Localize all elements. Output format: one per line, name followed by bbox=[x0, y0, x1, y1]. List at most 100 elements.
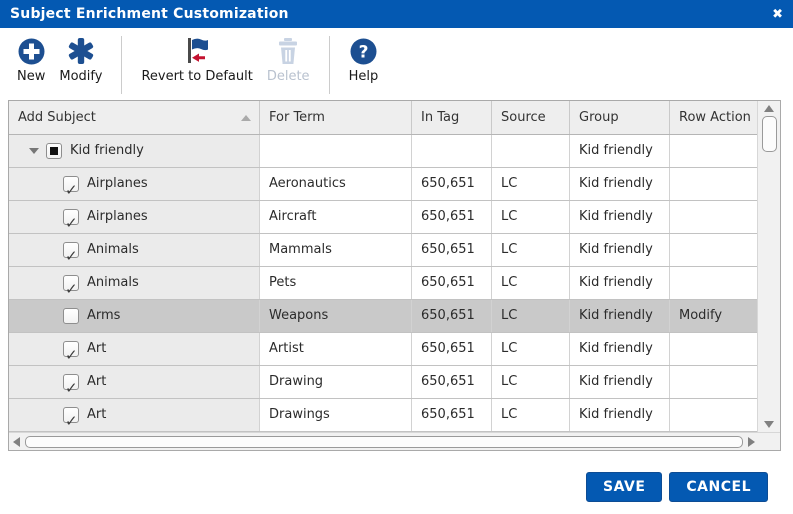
source-cell bbox=[491, 135, 569, 167]
table-row[interactable]: Animals Pets 650,651 LC Kid friendly bbox=[9, 267, 757, 300]
row-checkbox[interactable] bbox=[63, 207, 79, 233]
column-header-in-tag[interactable]: In Tag bbox=[411, 101, 491, 134]
source-cell: LC bbox=[491, 234, 569, 266]
row-action-cell: Modify bbox=[669, 300, 757, 332]
scroll-up-icon[interactable] bbox=[764, 105, 774, 112]
expander-icon[interactable] bbox=[29, 148, 39, 154]
for-term-cell: Aeronautics bbox=[259, 168, 411, 200]
trash-icon bbox=[275, 36, 301, 66]
subject-label: Art bbox=[87, 374, 107, 389]
group-cell: Kid friendly bbox=[569, 135, 669, 167]
in-tag-cell bbox=[411, 135, 491, 167]
save-button[interactable]: SAVE bbox=[586, 472, 663, 502]
horizontal-scroll-thumb[interactable] bbox=[25, 435, 743, 448]
in-tag-cell: 650,651 bbox=[411, 333, 491, 365]
table-row[interactable]: Art Drawing 650,651 LC Kid friendly bbox=[9, 366, 757, 399]
group-cell: Kid friendly bbox=[569, 300, 669, 332]
plus-circle-icon bbox=[18, 36, 45, 66]
row-checkbox[interactable] bbox=[63, 273, 79, 299]
subject-label: Art bbox=[87, 407, 107, 422]
subject-label: Art bbox=[87, 341, 107, 356]
column-header-source[interactable]: Source bbox=[491, 101, 569, 134]
for-term-cell bbox=[259, 135, 411, 167]
group-cell: Kid friendly bbox=[569, 267, 669, 299]
group-cell: Kid friendly bbox=[569, 201, 669, 233]
toolbar-separator bbox=[328, 36, 330, 94]
table-row[interactable]: Arms Weapons 650,651 LC Kid friendly Mod… bbox=[9, 300, 757, 333]
column-header-group[interactable]: Group bbox=[569, 101, 669, 134]
source-cell: LC bbox=[491, 366, 569, 398]
row-checkbox[interactable] bbox=[63, 372, 79, 398]
row-action-cell bbox=[669, 201, 757, 233]
delete-label: Delete bbox=[266, 69, 310, 84]
row-checkbox[interactable] bbox=[63, 240, 79, 266]
in-tag-cell: 650,651 bbox=[411, 366, 491, 398]
revert-flag-icon bbox=[183, 36, 211, 66]
row-action-cell bbox=[669, 366, 757, 398]
close-icon[interactable]: ✖ bbox=[772, 8, 783, 21]
row-action-cell bbox=[669, 168, 757, 200]
scroll-right-icon[interactable] bbox=[748, 436, 755, 447]
group-row[interactable]: Kid friendly Kid friendly bbox=[9, 135, 757, 168]
delete-button: Delete bbox=[260, 36, 317, 84]
subject-enrichment-dialog: Subject Enrichment Customization ✖ New M… bbox=[0, 0, 793, 514]
column-header-add-subject[interactable]: Add Subject bbox=[9, 101, 259, 134]
group-cell: Kid friendly bbox=[569, 234, 669, 266]
new-button[interactable]: New bbox=[10, 36, 52, 84]
table-row[interactable]: Art Artist 650,651 LC Kid friendly bbox=[9, 333, 757, 366]
source-cell: LC bbox=[491, 333, 569, 365]
for-term-cell: Pets bbox=[259, 267, 411, 299]
vertical-scrollbar[interactable] bbox=[757, 101, 780, 432]
source-cell: LC bbox=[491, 267, 569, 299]
source-cell: LC bbox=[491, 168, 569, 200]
row-checkbox[interactable] bbox=[63, 308, 79, 324]
for-term-cell: Drawing bbox=[259, 366, 411, 398]
group-checkbox[interactable] bbox=[46, 143, 62, 159]
table-row[interactable]: Airplanes Aeronautics 650,651 LC Kid fri… bbox=[9, 168, 757, 201]
column-header-for-term[interactable]: For Term bbox=[259, 101, 411, 134]
group-label: Kid friendly bbox=[70, 143, 144, 158]
help-label: Help bbox=[348, 69, 379, 84]
subject-label: Animals bbox=[87, 275, 139, 290]
subject-label: Airplanes bbox=[87, 209, 148, 224]
revert-label: Revert to Default bbox=[141, 69, 253, 84]
for-term-cell: Artist bbox=[259, 333, 411, 365]
in-tag-cell: 650,651 bbox=[411, 399, 491, 431]
horizontal-scrollbar[interactable] bbox=[9, 432, 780, 450]
in-tag-cell: 650,651 bbox=[411, 300, 491, 332]
help-button[interactable]: ? Help bbox=[342, 36, 386, 84]
modify-label: Modify bbox=[59, 69, 103, 84]
vertical-scroll-thumb[interactable] bbox=[761, 116, 777, 152]
modify-button[interactable]: Modify bbox=[52, 36, 109, 84]
table-row[interactable]: Art Drawings 650,651 LC Kid friendly bbox=[9, 399, 757, 432]
cancel-button[interactable]: CANCEL bbox=[669, 472, 768, 502]
row-checkbox[interactable] bbox=[63, 174, 79, 200]
for-term-cell: Aircraft bbox=[259, 201, 411, 233]
source-cell: LC bbox=[491, 300, 569, 332]
scroll-down-icon[interactable] bbox=[764, 421, 774, 428]
group-cell: Kid friendly bbox=[569, 366, 669, 398]
svg-text:?: ? bbox=[358, 42, 368, 62]
scroll-left-icon[interactable] bbox=[13, 436, 20, 447]
row-checkbox[interactable] bbox=[63, 405, 79, 431]
for-term-cell: Drawings bbox=[259, 399, 411, 431]
sort-asc-icon bbox=[241, 115, 251, 121]
group-cell: Kid friendly bbox=[569, 168, 669, 200]
new-label: New bbox=[17, 69, 46, 84]
table-header: Add Subject For Term In Tag Source Group… bbox=[9, 101, 757, 135]
table-row[interactable]: Airplanes Aircraft 650,651 LC Kid friend… bbox=[9, 201, 757, 234]
subject-label: Animals bbox=[87, 242, 139, 257]
source-cell: LC bbox=[491, 201, 569, 233]
dialog-footer: SAVE CANCEL bbox=[586, 472, 768, 502]
subject-table: Add Subject For Term In Tag Source Group… bbox=[8, 100, 781, 451]
table-row[interactable]: Animals Mammals 650,651 LC Kid friendly bbox=[9, 234, 757, 267]
for-term-cell: Mammals bbox=[259, 234, 411, 266]
for-term-cell: Weapons bbox=[259, 300, 411, 332]
in-tag-cell: 650,651 bbox=[411, 168, 491, 200]
revert-to-default-button[interactable]: Revert to Default bbox=[134, 36, 259, 84]
row-checkbox[interactable] bbox=[63, 339, 79, 365]
question-circle-icon: ? bbox=[350, 36, 377, 66]
column-header-row-action[interactable]: Row Action bbox=[669, 101, 757, 134]
dialog-titlebar: Subject Enrichment Customization ✖ bbox=[0, 0, 793, 28]
source-cell: LC bbox=[491, 399, 569, 431]
